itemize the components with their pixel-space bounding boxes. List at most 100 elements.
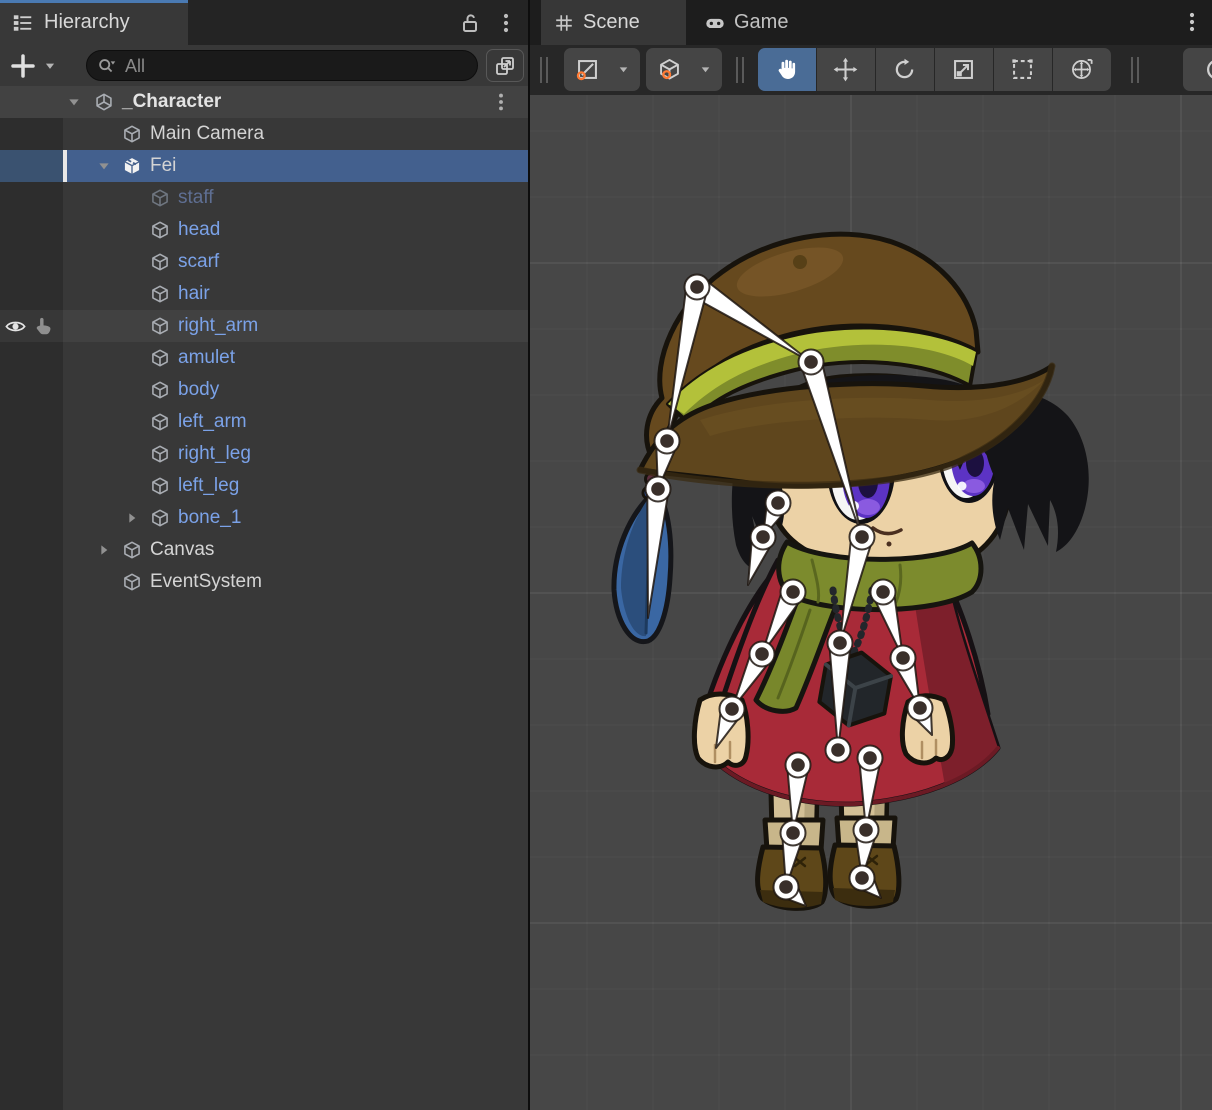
- tab-game[interactable]: Game: [692, 0, 812, 45]
- tool-handle-rect-button[interactable]: [564, 48, 640, 91]
- hierarchy-row-staff[interactable]: staff: [0, 182, 528, 214]
- hierarchy-row-body[interactable]: body: [0, 374, 528, 406]
- bone-joint-core: [690, 280, 704, 294]
- scene-toolbar: [530, 45, 1212, 95]
- open-new-window-button[interactable]: [486, 49, 524, 82]
- bone-joint-core: [725, 702, 739, 716]
- hierarchy-row-hair[interactable]: hair: [0, 278, 528, 310]
- bone-joint-core: [791, 758, 805, 772]
- hierarchy-item-label: scarf: [178, 246, 219, 278]
- hierarchy-toolbar: [0, 45, 528, 86]
- hierarchy-row-canvas[interactable]: Canvas: [0, 534, 528, 566]
- scene-viewport[interactable]: [530, 95, 1212, 1110]
- bone-joint-core: [771, 496, 785, 510]
- bone-joint-core: [863, 751, 877, 765]
- toolbar-separator: [1131, 57, 1140, 83]
- hierarchy-item-label: amulet: [178, 342, 235, 374]
- hierarchy-row-left_leg[interactable]: left_leg: [0, 470, 528, 502]
- hierarchy-item-label: left_arm: [178, 406, 247, 438]
- foldout-triangle-icon[interactable]: [124, 510, 140, 526]
- gameobject-cube-icon: [150, 316, 170, 336]
- hierarchy-row-eventsystem[interactable]: EventSystem: [0, 566, 528, 598]
- gameobject-cube-icon: [150, 444, 170, 464]
- hierarchy-item-label: head: [178, 214, 220, 246]
- hierarchy-item-label: Fei: [150, 150, 176, 182]
- gameobject-cube-icon: [150, 220, 170, 240]
- gameobject-cube-icon: [122, 572, 142, 592]
- bone-joint-core: [804, 355, 818, 369]
- transform-tool-button[interactable]: [1053, 48, 1111, 91]
- bone-joint-core: [651, 482, 665, 496]
- kebab-menu-icon[interactable]: [490, 91, 512, 113]
- hierarchy-item-label: right_leg: [178, 438, 251, 470]
- hierarchy-item-label: left_leg: [178, 470, 239, 502]
- view-hand-tool-button[interactable]: [758, 48, 816, 91]
- hierarchy-row-fei[interactable]: Fei: [0, 150, 528, 182]
- scene-tab-bar: Scene Game: [530, 0, 1212, 45]
- bone-joint-core: [831, 743, 845, 757]
- bone-joint-core: [855, 871, 869, 885]
- bone-joint-core: [786, 826, 800, 840]
- bone-joint-core: [756, 530, 770, 544]
- hierarchy-row-amulet[interactable]: amulet: [0, 342, 528, 374]
- rotate-icon: [891, 56, 918, 83]
- pick-hand-icon[interactable]: [33, 315, 56, 338]
- hierarchy-list-icon: [12, 12, 34, 34]
- create-object-button[interactable]: [8, 51, 38, 81]
- hierarchy-row-left_arm[interactable]: left_arm: [0, 406, 528, 438]
- open-new-window-icon: [493, 54, 517, 78]
- game-tab-label: Game: [734, 0, 788, 45]
- hierarchy-row-right_arm[interactable]: right_arm: [0, 310, 528, 342]
- scale-tool-button[interactable]: [935, 48, 993, 91]
- hierarchy-tab-label: Hierarchy: [44, 0, 130, 45]
- hierarchy-item-label: body: [178, 374, 219, 406]
- foldout-triangle-icon[interactable]: [66, 94, 82, 110]
- hierarchy-row-_character[interactable]: _Character: [0, 86, 528, 118]
- kebab-menu-icon[interactable]: [1180, 10, 1204, 34]
- pivot-cube-icon: [656, 56, 683, 83]
- bone-joint-core: [896, 651, 910, 665]
- unlocked-icon[interactable]: [458, 11, 482, 35]
- gameobject-cube-icon: [150, 284, 170, 304]
- hierarchy-row-right_leg[interactable]: right_leg: [0, 438, 528, 470]
- bone-joint-core: [859, 823, 873, 837]
- eye-icon[interactable]: [4, 315, 27, 338]
- hierarchy-panel: Hierarchy _CharacterMain CameraFeistaffh…: [0, 0, 528, 1110]
- caret-down-icon: [698, 63, 713, 76]
- gameobject-cube-icon: [122, 540, 142, 560]
- hierarchy-row-main-camera[interactable]: Main Camera: [0, 118, 528, 150]
- hierarchy-item-label: right_arm: [178, 310, 258, 342]
- transform-icon: [1068, 56, 1095, 83]
- hierarchy-row-head[interactable]: head: [0, 214, 528, 246]
- overflow-tool-button[interactable]: [1183, 48, 1212, 91]
- toolbar-separator: [736, 57, 745, 83]
- scene-tab-label: Scene: [583, 0, 640, 45]
- move-tool-button[interactable]: [817, 48, 875, 91]
- selection-indicator-bar: [63, 150, 67, 182]
- handle-rect-icon: [574, 56, 601, 83]
- hierarchy-search-input[interactable]: [123, 52, 457, 81]
- partial-circle-icon: [1198, 56, 1212, 83]
- gameobject-cube-icon: [150, 348, 170, 368]
- foldout-triangle-icon[interactable]: [96, 158, 112, 174]
- hierarchy-row-bone_1[interactable]: bone_1: [0, 502, 528, 534]
- tab-hierarchy[interactable]: Hierarchy: [0, 0, 188, 45]
- rotate-tool-button[interactable]: [876, 48, 934, 91]
- kebab-menu-icon[interactable]: [494, 11, 518, 35]
- hierarchy-row-scarf[interactable]: scarf: [0, 246, 528, 278]
- tool-handle-pivot-button[interactable]: [646, 48, 722, 91]
- gameobject-cube-icon: [150, 476, 170, 496]
- gameobject-cube-icon: [150, 508, 170, 528]
- bone-joint-core: [833, 636, 847, 650]
- tab-scene[interactable]: Scene: [541, 0, 686, 45]
- scene-panel: Scene Game: [530, 0, 1212, 1110]
- unity-logo-icon: [94, 92, 114, 112]
- hierarchy-item-label: EventSystem: [150, 566, 262, 598]
- search-icon[interactable]: [96, 55, 118, 77]
- grid-icon: [553, 12, 575, 34]
- foldout-triangle-icon[interactable]: [96, 542, 112, 558]
- rect-tool-button[interactable]: [994, 48, 1052, 91]
- create-object-caret-icon[interactable]: [42, 59, 58, 73]
- caret-down-icon: [616, 63, 631, 76]
- hierarchy-item-label: bone_1: [178, 502, 241, 534]
